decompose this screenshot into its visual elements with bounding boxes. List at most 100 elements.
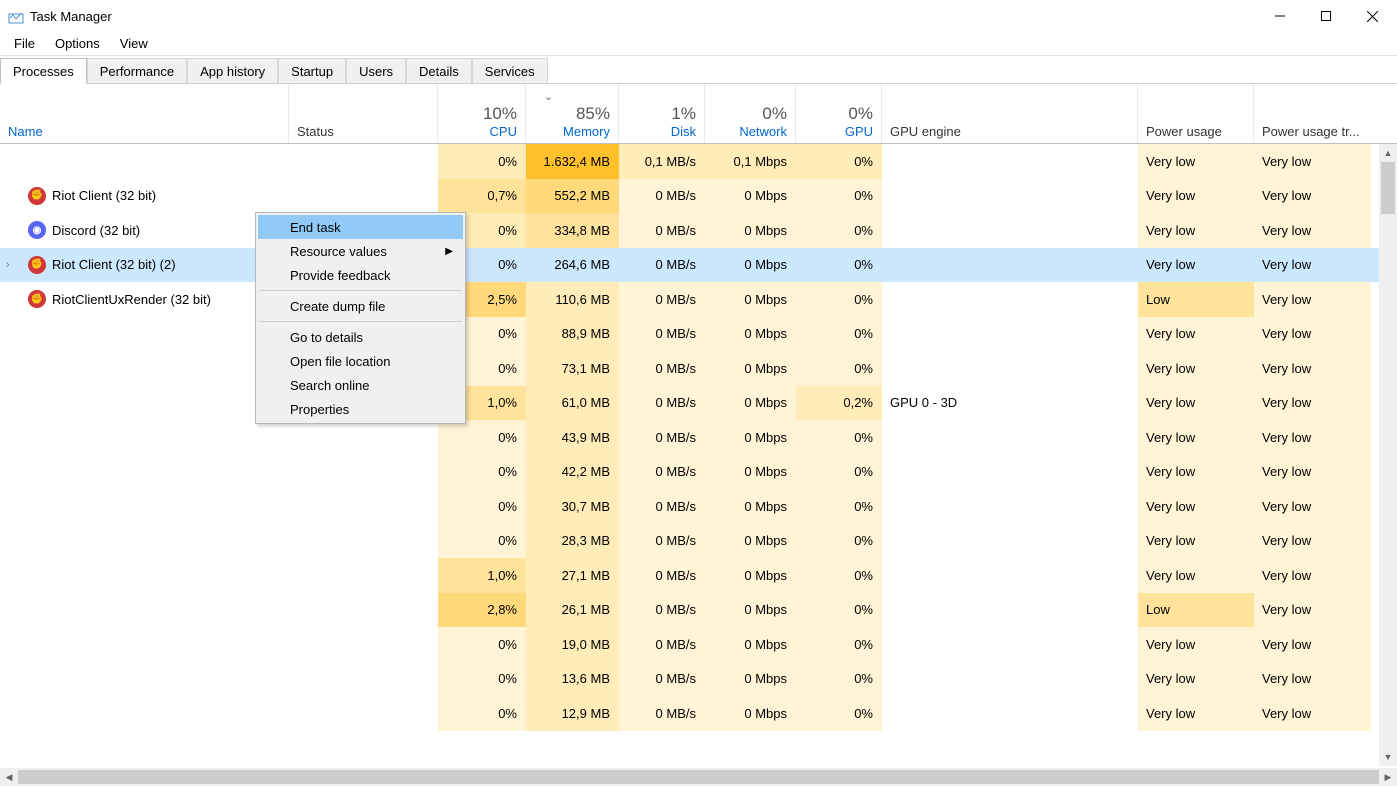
gpu-engine-cell <box>882 558 1138 593</box>
context-menu-search-online[interactable]: Search online <box>258 373 463 397</box>
menu-view[interactable]: View <box>110 34 158 53</box>
table-row[interactable]: 1,0%27,1 MB0 MB/s0 Mbps0%Very lowVery lo… <box>0 558 1379 593</box>
tab-services[interactable]: Services <box>472 58 548 83</box>
tab-users[interactable]: Users <box>346 58 406 83</box>
process-name-cell <box>0 489 289 524</box>
tab-app-history[interactable]: App history <box>187 58 278 83</box>
disk-pct: 1% <box>671 104 696 124</box>
power-cell: Very low <box>1138 662 1254 697</box>
col-gpu-engine[interactable]: GPU engine <box>882 84 1138 143</box>
context-menu-resource-values[interactable]: Resource values▶ <box>258 239 463 263</box>
disk-cell: 0 MB/s <box>619 420 705 455</box>
menu-file[interactable]: File <box>4 34 45 53</box>
memory-cell: 43,9 MB <box>526 420 619 455</box>
menu-options[interactable]: Options <box>45 34 110 53</box>
disk-cell: 0 MB/s <box>619 213 705 248</box>
power-trend-cell: Very low <box>1254 696 1371 731</box>
power-trend-cell: Very low <box>1254 351 1371 386</box>
table-row[interactable]: 0%42,2 MB0 MB/s0 Mbps0%Very lowVery low <box>0 455 1379 490</box>
table-row[interactable]: 0%13,6 MB0 MB/s0 Mbps0%Very lowVery low <box>0 662 1379 697</box>
col-cpu[interactable]: 10%CPU <box>438 84 526 143</box>
disk-cell: 0 MB/s <box>619 627 705 662</box>
gpu-cell: 0% <box>796 696 882 731</box>
cpu-pct: 10% <box>483 104 517 124</box>
context-menu-go-to-details[interactable]: Go to details <box>258 325 463 349</box>
power-trend-cell: Very low <box>1254 627 1371 662</box>
col-power-trend[interactable]: Power usage tr... <box>1254 84 1371 143</box>
network-pct: 0% <box>762 104 787 124</box>
table-row[interactable]: 2,8%26,1 MB0 MB/s0 Mbps0%LowVery low <box>0 593 1379 628</box>
power-cell: Very low <box>1138 489 1254 524</box>
table-row[interactable]: 0%43,9 MB0 MB/s0 Mbps0%Very lowVery low <box>0 420 1379 455</box>
col-status[interactable]: Status <box>289 84 438 143</box>
power-cell: Low <box>1138 282 1254 317</box>
context-menu-open-file-location[interactable]: Open file location <box>258 349 463 373</box>
disk-cell: 0 MB/s <box>619 248 705 283</box>
gpu-engine-cell <box>882 593 1138 628</box>
table-row[interactable]: 0%73,1 MB0 MB/s0 Mbps0%Very lowVery low <box>0 351 1379 386</box>
tab-performance[interactable]: Performance <box>87 58 187 83</box>
horizontal-scrollbar[interactable]: ◀ ▶ <box>0 768 1397 786</box>
table-row[interactable]: 1,0%61,0 MB0 MB/s0 Mbps0,2%GPU 0 - 3DVer… <box>0 386 1379 421</box>
table-row[interactable]: ◉Discord (32 bit)0%334,8 MB0 MB/s0 Mbps0… <box>0 213 1379 248</box>
process-name-cell <box>0 662 289 697</box>
power-trend-cell: Very low <box>1254 282 1371 317</box>
col-power[interactable]: Power usage <box>1138 84 1254 143</box>
task-manager-window: Task Manager File Options View Processes… <box>0 0 1397 786</box>
expand-icon[interactable]: › <box>6 259 10 271</box>
table-row[interactable]: ✊RiotClientUxRender (32 bit)2,5%110,6 MB… <box>0 282 1379 317</box>
submenu-arrow-icon: ▶ <box>445 246 453 257</box>
col-gpu[interactable]: 0%GPU <box>796 84 882 143</box>
table-row[interactable]: 0%1.632,4 MB0,1 MB/s0,1 Mbps0%Very lowVe… <box>0 144 1379 179</box>
table-row[interactable]: 0%28,3 MB0 MB/s0 Mbps0%Very lowVery low <box>0 524 1379 559</box>
vertical-scrollbar[interactable]: ▲ ▼ <box>1379 144 1397 766</box>
scroll-right-button[interactable]: ▶ <box>1379 768 1397 786</box>
table-row[interactable]: 0%12,9 MB0 MB/s0 Mbps0%Very lowVery low <box>0 696 1379 731</box>
network-cell: 0 Mbps <box>705 593 796 628</box>
table-row[interactable]: 0%19,0 MB0 MB/s0 Mbps0%Very lowVery low <box>0 627 1379 662</box>
table-row[interactable]: ›✊Riot Client (32 bit) (2)0%264,6 MB0 MB… <box>0 248 1379 283</box>
memory-cell: 110,6 MB <box>526 282 619 317</box>
gpu-engine-cell <box>882 455 1138 490</box>
context-menu-properties[interactable]: Properties <box>258 397 463 421</box>
scroll-left-button[interactable]: ◀ <box>0 768 18 786</box>
table-row[interactable]: 0%88,9 MB0 MB/s0 Mbps0%Very lowVery low <box>0 317 1379 352</box>
close-button[interactable] <box>1349 0 1395 32</box>
context-menu-separator <box>259 321 462 322</box>
network-cell: 0 Mbps <box>705 213 796 248</box>
scroll-down-button[interactable]: ▼ <box>1379 748 1397 766</box>
status-cell <box>289 593 438 628</box>
process-name: Riot Client (32 bit) (2) <box>52 257 176 272</box>
gpu-cell: 0,2% <box>796 386 882 421</box>
context-menu-end-task[interactable]: End task <box>258 215 463 239</box>
table-row[interactable]: ✊Riot Client (32 bit)0,7%552,2 MB0 MB/s0… <box>0 179 1379 214</box>
col-network[interactable]: 0%Network <box>705 84 796 143</box>
col-memory[interactable]: ⌄85%Memory <box>526 84 619 143</box>
col-disk[interactable]: 1%Disk <box>619 84 705 143</box>
col-name[interactable]: Name <box>0 84 289 143</box>
tab-startup[interactable]: Startup <box>278 58 346 83</box>
power-trend-cell: Very low <box>1254 420 1371 455</box>
table-row[interactable]: 0%30,7 MB0 MB/s0 Mbps0%Very lowVery low <box>0 489 1379 524</box>
process-name: Riot Client (32 bit) <box>52 188 156 203</box>
power-cell: Very low <box>1138 420 1254 455</box>
scroll-up-button[interactable]: ▲ <box>1379 144 1397 162</box>
disk-cell: 0 MB/s <box>619 662 705 697</box>
memory-cell: 61,0 MB <box>526 386 619 421</box>
disk-cell: 0 MB/s <box>619 558 705 593</box>
hscroll-thumb[interactable] <box>18 770 1379 784</box>
window-title: Task Manager <box>30 9 1257 24</box>
context-menu-provide-feedback[interactable]: Provide feedback <box>258 263 463 287</box>
maximize-button[interactable] <box>1303 0 1349 32</box>
context-menu-create-dump-file[interactable]: Create dump file <box>258 294 463 318</box>
process-name-cell <box>0 144 289 179</box>
power-cell: Very low <box>1138 455 1254 490</box>
network-cell: 0 Mbps <box>705 179 796 214</box>
memory-cell: 88,9 MB <box>526 317 619 352</box>
scroll-thumb[interactable] <box>1381 162 1395 214</box>
tab-processes[interactable]: Processes <box>0 58 87 84</box>
tab-details[interactable]: Details <box>406 58 472 83</box>
memory-cell: 30,7 MB <box>526 489 619 524</box>
minimize-button[interactable] <box>1257 0 1303 32</box>
gpu-engine-cell <box>882 144 1138 179</box>
